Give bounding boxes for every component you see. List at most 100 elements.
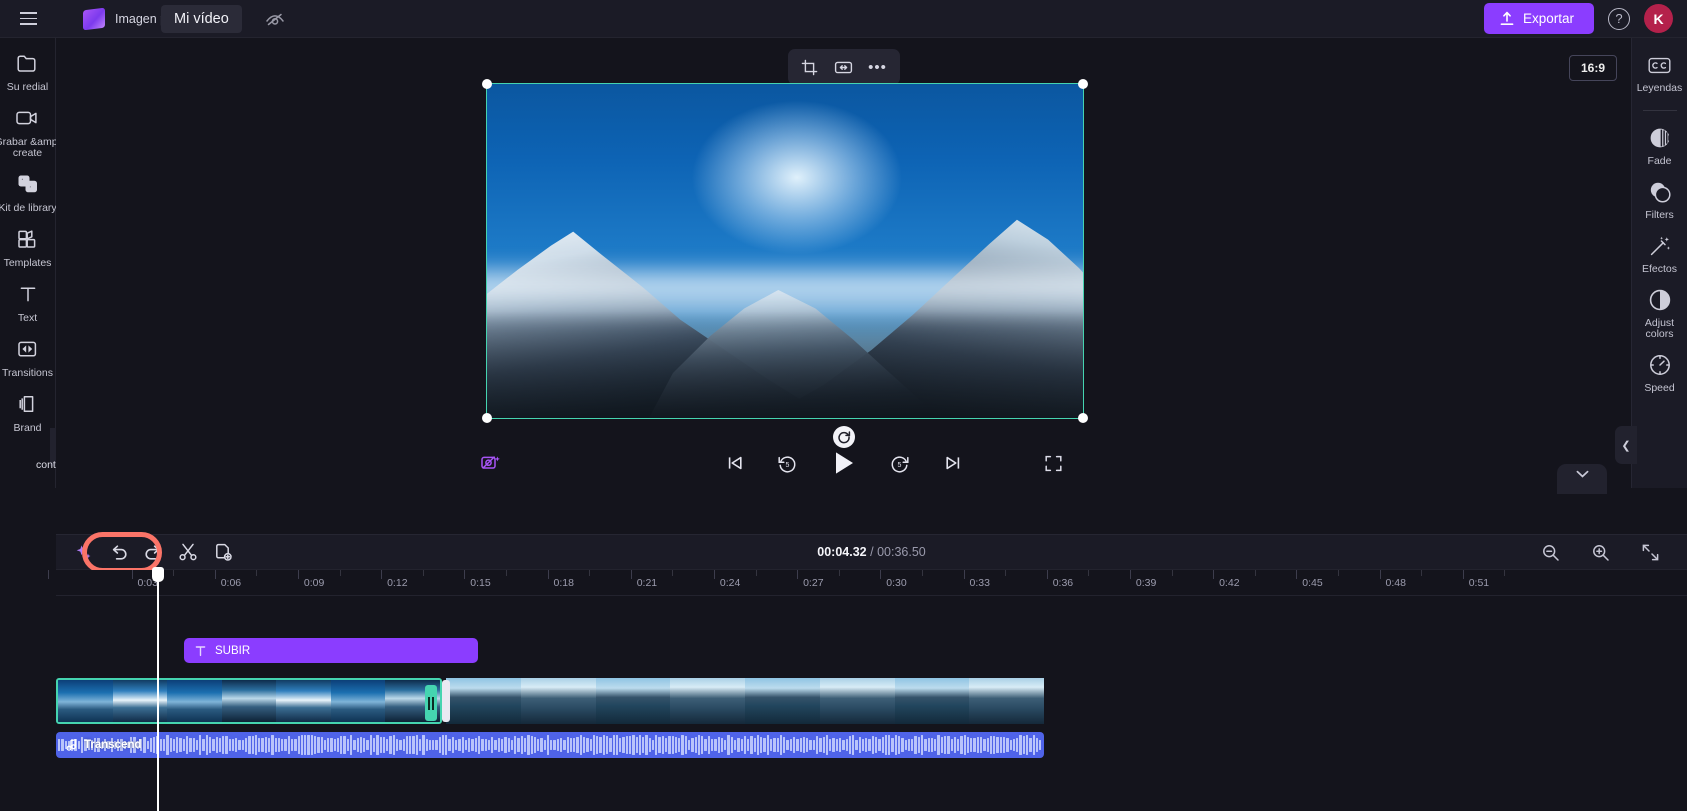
text-t-icon [195,645,206,656]
clip-split-handle[interactable] [442,680,450,722]
playback-controls: 5 5 [56,443,1631,483]
right-item-label: Leyendas [1636,82,1683,94]
zoom-out-icon[interactable] [1535,538,1565,566]
right-item-speed[interactable]: Speed [1632,352,1687,394]
zoom-in-icon[interactable] [1585,538,1615,566]
playhead[interactable] [152,567,164,811]
top-bar: Imagen prediseñada Mi vídeo Exportar ? K [0,0,1687,38]
timeline-tracks: SUBIR Transcend [56,596,1687,811]
text-t-icon [13,279,43,309]
total-time: 00:36.50 [877,545,926,559]
time-separator: / [870,545,874,559]
resize-handle-top-left[interactable] [482,79,492,89]
brand-layers-icon [13,389,43,419]
right-item-captions[interactable]: Leyendas [1632,52,1687,94]
audio-clip[interactable]: Transcend [56,732,1044,758]
svg-text:5: 5 [786,462,790,469]
video-preview-image [487,84,1083,418]
sidebar-item-your-media[interactable]: Su redial [0,48,56,93]
timeline-toolbar: 00:04.32 / 00:36.50 [56,532,1687,573]
upload-icon [1500,11,1514,25]
ai-sparkle-icon[interactable] [68,538,98,566]
media-kit-icon [13,169,43,199]
crop-icon[interactable] [796,54,824,80]
svg-text:5: 5 [898,462,902,469]
project-logo-icon [83,7,105,30]
sidebar-item-media-kit[interactable]: Kit de library [0,169,57,214]
sidebar-item-text[interactable]: Text [0,279,56,324]
fit-timeline-icon[interactable] [1635,538,1665,566]
forward-5-icon[interactable]: 5 [886,449,914,477]
skip-back-icon[interactable] [721,449,749,477]
selection-floating-toolbar: ••• [787,49,900,85]
templates-grid-icon [13,224,43,254]
clip-thumbnails [58,680,440,722]
hamburger-icon[interactable] [11,2,45,36]
right-item-effects[interactable]: Efectos [1632,233,1687,275]
fade-circle-icon [1647,125,1673,151]
ai-snapshot-icon[interactable] [476,448,506,478]
timeline-edit-buttons [56,532,238,573]
sidebar-item-templates[interactable]: Templates [0,224,56,269]
current-time: 00:04.32 [817,545,867,559]
project-title-input[interactable]: Mi vídeo [160,4,242,33]
sidebar-item-brand[interactable]: Brand [0,389,56,434]
scissors-icon[interactable] [173,538,203,566]
avatar[interactable]: K [1644,4,1673,33]
video-preview-selection[interactable] [482,79,1088,423]
skip-forward-icon[interactable] [939,449,967,477]
left-sidebar: Su redial Grabar &amp; create Kit de lib… [0,38,82,488]
chevron-down-icon [1576,470,1588,478]
video-clip-2[interactable] [446,678,1044,724]
fullscreen-icon[interactable] [1038,448,1068,478]
right-item-label: Speed [1644,382,1675,394]
timeline-ruler[interactable]: 0:03 0:06 0:09 0:12 0:15 0:18 0:21 0:24 0:27 0:30… [48,570,1687,596]
right-sidebar: Leyendas Fade Filters Efectos Adjust col… [1615,38,1687,488]
rewind-5-icon[interactable]: 5 [774,449,802,477]
right-item-label: Filters [1645,209,1674,221]
export-button[interactable]: Exportar [1483,3,1594,34]
right-item-label: Efectos [1641,263,1678,275]
sidebar-item-transitions[interactable]: Transitions [0,334,56,379]
preview-stage: ••• 16:9 5 5 [56,38,1631,494]
timeline-zoom-controls [1535,538,1687,566]
folder-icon [13,48,43,78]
video-track [56,678,1044,724]
sidebar-label: Text [17,312,38,324]
eye-off-icon[interactable] [264,8,286,30]
right-item-label: Adjust colors [1644,317,1675,340]
clip-trim-handle-right[interactable] [425,685,437,721]
right-item-fade[interactable]: Fade [1632,125,1687,167]
aspect-ratio-button[interactable]: 16:9 [1568,55,1617,81]
clipchamp-editor: Imagen prediseñada Mi vídeo Exportar ? K [0,0,1687,811]
redo-icon[interactable] [138,538,168,566]
sidebar-item-record-create[interactable]: Grabar &amp; create [0,103,60,159]
play-icon[interactable] [827,446,861,480]
top-bar-actions: Exportar ? K [1483,3,1687,34]
audio-clip-label: Transcend [84,739,142,751]
transitions-icon [13,334,43,364]
fit-resize-icon[interactable] [830,54,858,80]
resize-handle-top-right[interactable] [1078,79,1088,89]
audio-waveform [56,732,1044,758]
duplicate-icon[interactable] [208,538,238,566]
undo-icon[interactable] [103,538,133,566]
resize-handle-bottom-left[interactable] [482,413,492,423]
collapse-preview-button[interactable] [1557,464,1607,494]
more-options-icon[interactable]: ••• [864,54,892,80]
resize-handle-bottom-right[interactable] [1078,413,1088,423]
filters-overlap-icon [1647,179,1673,205]
text-clip[interactable]: SUBIR [184,638,478,663]
right-item-adjust-colors[interactable]: Adjust colors [1632,287,1687,340]
right-item-filters[interactable]: Filters [1632,179,1687,221]
chevron-left-icon: ❮ [1621,439,1631,452]
music-note-icon [66,739,77,751]
speedometer-icon [1647,352,1673,378]
timecode-display: 00:04.32 / 00:36.50 [817,545,925,559]
help-icon[interactable]: ? [1608,7,1630,30]
video-clip-1[interactable] [56,678,442,724]
right-item-label: Fade [1647,155,1672,167]
video-camera-icon [13,103,43,133]
collapse-right-sidebar-button[interactable]: ❮ [1615,426,1637,464]
clip-thumbnails [446,678,1044,724]
